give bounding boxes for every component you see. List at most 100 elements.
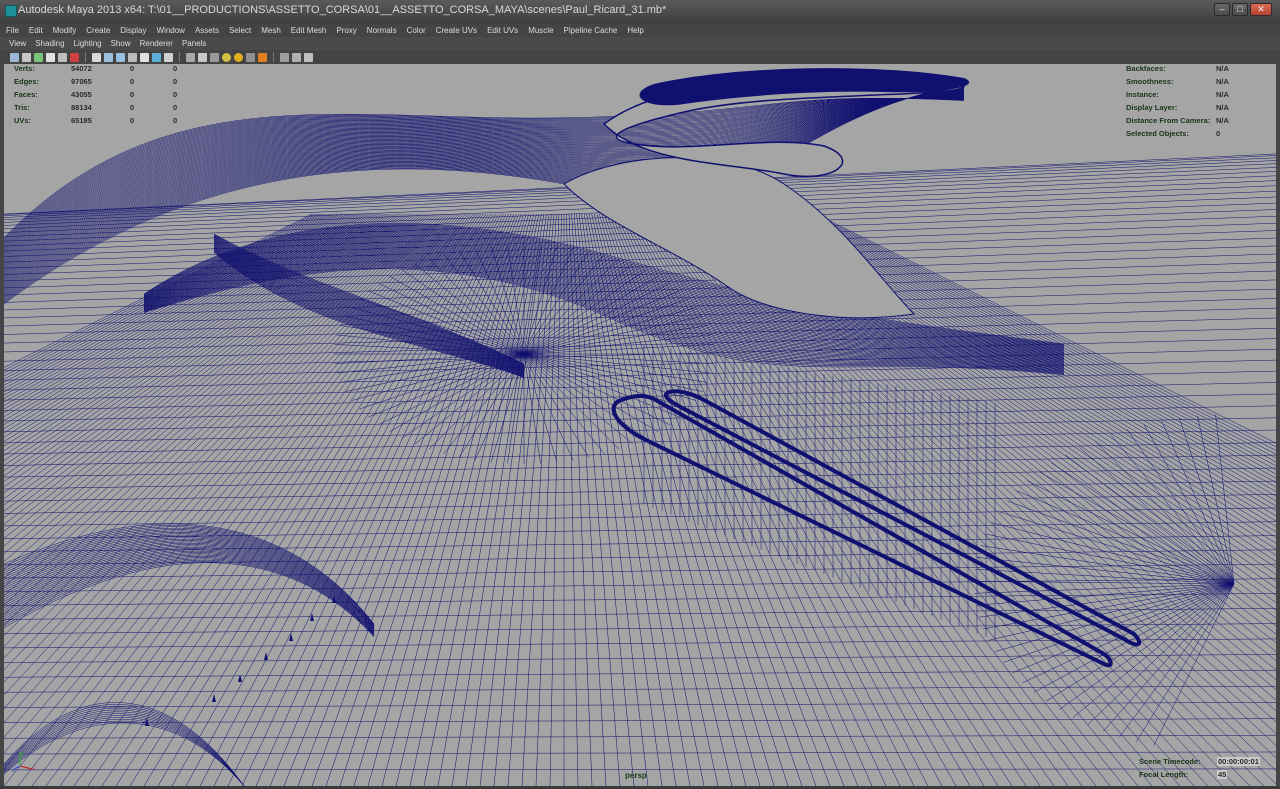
hud-value: 0 — [130, 103, 135, 112]
hud-value: N/A — [1216, 77, 1229, 86]
toolbar-separator — [273, 52, 274, 62]
xray-joints-icon[interactable] — [292, 52, 301, 62]
hud-label: Faces: — [14, 90, 38, 99]
view-axis-icon: x y z — [12, 751, 35, 772]
menu-help[interactable]: Help — [627, 26, 643, 35]
hud-value: 0 — [173, 77, 178, 86]
hud-value: N/A — [1216, 116, 1229, 125]
hud-value: 0 — [1216, 129, 1221, 138]
title-bar: Autodesk Maya 2013 x64: T:\01__PRODUCTIO… — [0, 0, 1280, 25]
svg-text:y: y — [21, 751, 24, 757]
grid-icon[interactable] — [92, 52, 101, 62]
menu-normals[interactable]: Normals — [367, 26, 397, 35]
menu-proxy[interactable]: Proxy — [336, 26, 356, 35]
hud-value: 0 — [173, 64, 178, 73]
xray-icon[interactable] — [280, 52, 289, 62]
hud-value: N/A — [1216, 103, 1229, 112]
hud-label: Smoothness: — [1126, 77, 1174, 86]
menu-display[interactable]: Display — [120, 26, 146, 35]
camera-select-icon[interactable] — [10, 52, 19, 62]
hud-value: 65185 — [71, 116, 92, 125]
panel-menu-lighting[interactable]: Lighting — [74, 39, 102, 48]
image-plane-icon[interactable] — [46, 52, 55, 62]
toolbar-separator — [85, 52, 86, 62]
camera-name-label: persp — [625, 771, 647, 780]
cone-marker — [264, 652, 268, 660]
wireframe-on-shaded-icon[interactable] — [210, 52, 219, 62]
2d-pan-icon[interactable] — [58, 52, 67, 62]
hud-value: 54072 — [71, 64, 92, 73]
menu-assets[interactable]: Assets — [195, 26, 219, 35]
film-gate-icon[interactable] — [104, 52, 113, 62]
hud-value: 88134 — [71, 103, 92, 112]
menu-create[interactable]: Create — [86, 26, 110, 35]
wireframe-icon[interactable] — [186, 52, 195, 62]
hud-value: 97065 — [71, 77, 92, 86]
panel-menu-renderer[interactable]: Renderer — [140, 39, 173, 48]
menu-edit-uvs[interactable]: Edit UVs — [487, 26, 518, 35]
hud-value: 0 — [130, 77, 135, 86]
safe-title-icon[interactable] — [164, 52, 173, 62]
isolate-select-icon[interactable] — [258, 52, 267, 62]
panel-toolbar — [0, 50, 1280, 64]
cone-marker — [289, 633, 293, 641]
cone-marker — [212, 694, 216, 702]
hud-label: Instance: — [1126, 90, 1159, 99]
perspective-viewport[interactable]: Verts: 54072 0 0 Edges: 97065 0 0 Faces:… — [4, 64, 1276, 786]
panel-menu-bar: View Shading Lighting Show Renderer Pane… — [0, 37, 1280, 50]
window-title: Autodesk Maya 2013 x64: T:\01__PRODUCTIO… — [18, 4, 667, 16]
focal-length-label: Focal Length: — [1139, 770, 1189, 779]
hud-label: Edges: — [14, 77, 40, 86]
menu-select[interactable]: Select — [229, 26, 251, 35]
maximize-button[interactable]: □ — [1232, 3, 1248, 16]
menu-edit-mesh[interactable]: Edit Mesh — [291, 26, 327, 35]
safe-action-icon[interactable] — [152, 52, 161, 62]
hud-label: Distance From Camera: — [1126, 116, 1211, 125]
focal-length-value: 45 — [1217, 770, 1228, 779]
scene-timecode-value: 00:00:00:01 — [1217, 757, 1260, 766]
menu-create-uvs[interactable]: Create UVs — [436, 26, 477, 35]
panel-menu-show[interactable]: Show — [111, 39, 131, 48]
menu-file[interactable]: File — [6, 26, 19, 35]
hud-value: 43055 — [71, 90, 92, 99]
hud-label: Backfaces: — [1126, 64, 1166, 73]
hud-value: 0 — [130, 64, 135, 73]
gate-mask-icon[interactable] — [128, 52, 137, 62]
menu-pipeline-cache[interactable]: Pipeline Cache — [564, 26, 618, 35]
shadows-icon[interactable] — [246, 52, 255, 62]
textured-icon[interactable] — [222, 52, 231, 62]
grease-pencil-icon[interactable] — [70, 52, 79, 62]
panel-menu-view[interactable]: View — [9, 39, 26, 48]
menu-mesh[interactable]: Mesh — [261, 26, 281, 35]
panel-menu-shading[interactable]: Shading — [35, 39, 64, 48]
menu-edit[interactable]: Edit — [29, 26, 43, 35]
resolution-gate-icon[interactable] — [116, 52, 125, 62]
window-border-left — [0, 64, 4, 786]
maya-app-icon — [5, 5, 17, 17]
svg-text:x: x — [32, 766, 35, 772]
camera-attr-icon[interactable] — [22, 52, 31, 62]
menu-color[interactable]: Color — [407, 26, 426, 35]
window-border-right — [1276, 64, 1280, 786]
use-lights-icon[interactable] — [234, 52, 243, 62]
xray-components-icon[interactable] — [304, 52, 313, 62]
menu-window[interactable]: Window — [157, 26, 185, 35]
field-chart-icon[interactable] — [140, 52, 149, 62]
hud-object-details: Backfaces: N/A Smoothness: N/A Instance:… — [1126, 64, 1256, 138]
bookmark-icon[interactable] — [34, 52, 43, 62]
close-button[interactable]: ✕ — [1250, 3, 1272, 16]
smooth-shade-icon[interactable] — [198, 52, 207, 62]
main-menu-bar: File Edit Modify Create Display Window A… — [0, 24, 1280, 37]
hud-value: 0 — [130, 116, 135, 125]
maya-main-window: Autodesk Maya 2013 x64: T:\01__PRODUCTIO… — [0, 0, 1280, 789]
menu-muscle[interactable]: Muscle — [528, 26, 553, 35]
menu-modify[interactable]: Modify — [53, 26, 77, 35]
hud-value: 0 — [173, 103, 178, 112]
pit-wall-inner — [663, 389, 1142, 647]
hud-label: Tris: — [14, 103, 30, 112]
minimize-button[interactable]: – — [1214, 3, 1230, 16]
hud-label: Verts: — [14, 64, 35, 73]
hud-value: N/A — [1216, 90, 1229, 99]
window-controls: – □ ✕ — [1214, 3, 1272, 16]
panel-menu-panels[interactable]: Panels — [182, 39, 206, 48]
